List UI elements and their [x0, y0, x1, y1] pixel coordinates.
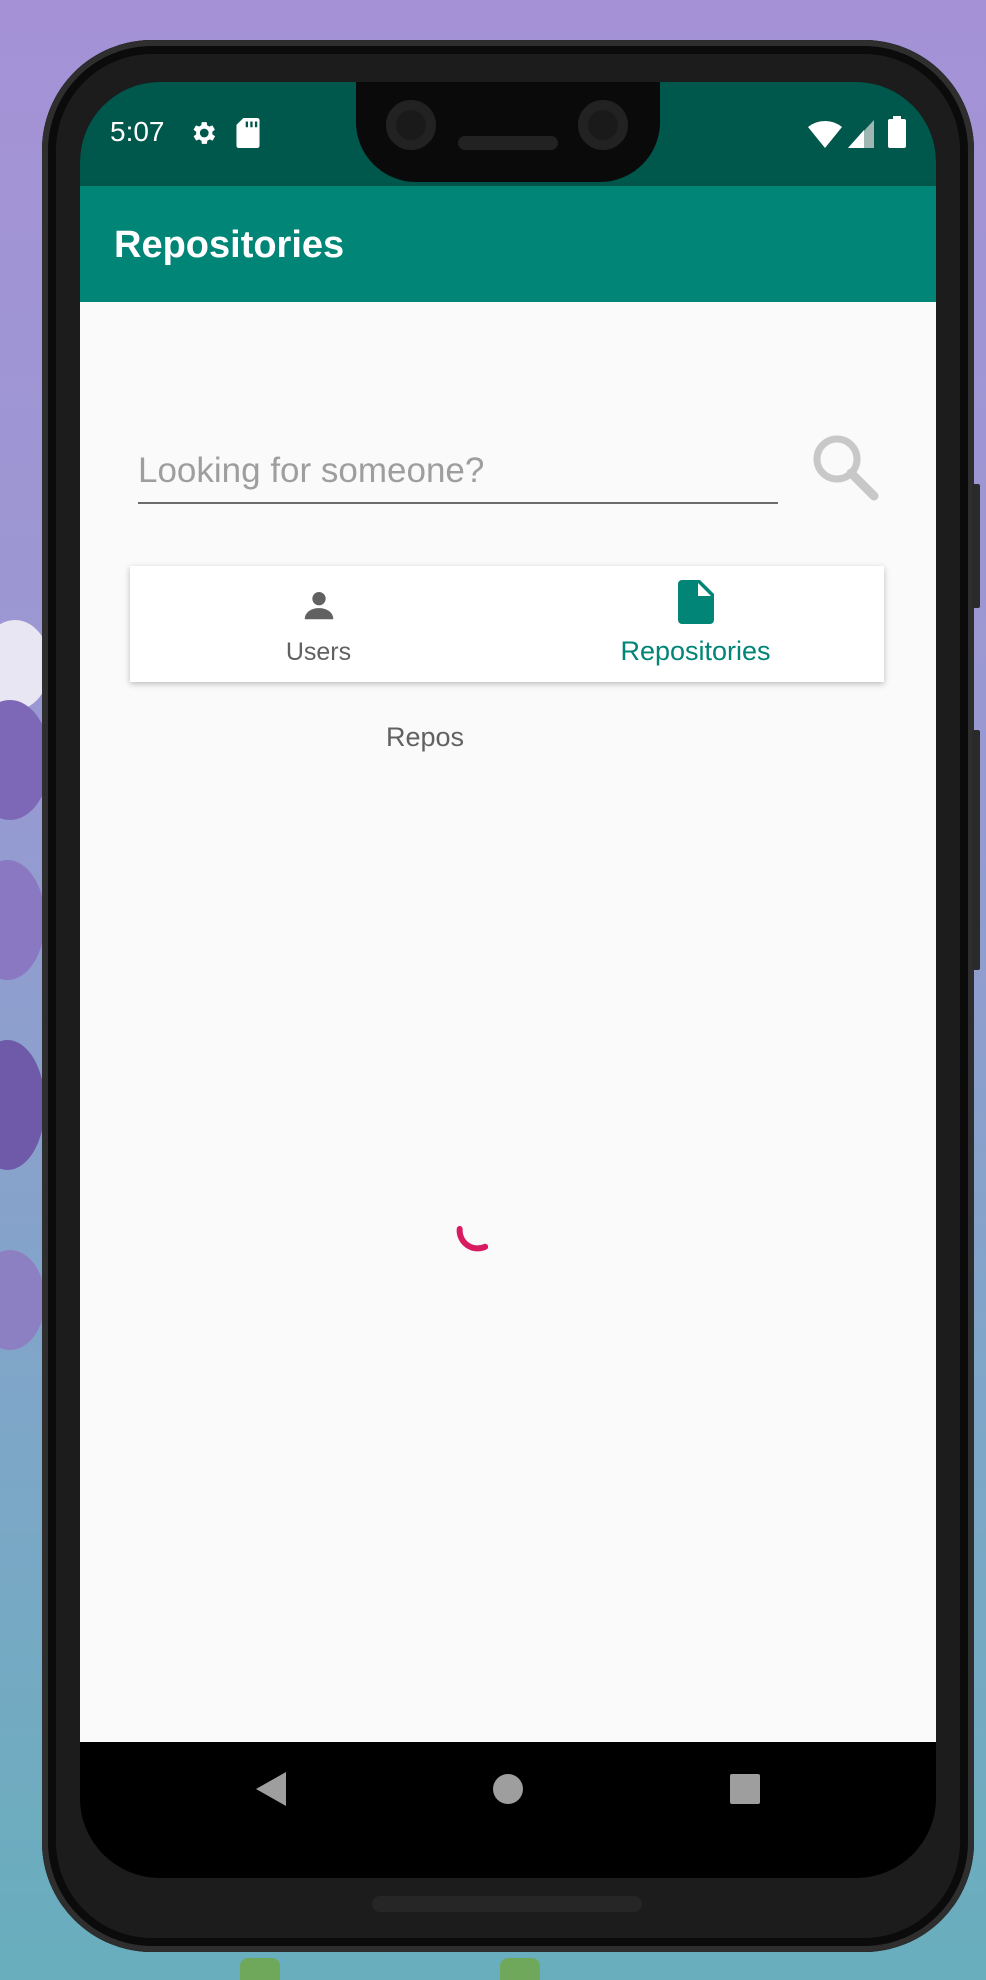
recents-icon — [730, 1774, 760, 1808]
home-icon — [492, 1774, 524, 1809]
home-button[interactable] — [492, 1773, 524, 1810]
tab-label: Users — [285, 638, 352, 666]
flower-decoration — [0, 1250, 45, 1350]
bottom-speaker-grill — [372, 1896, 642, 1912]
flower-decoration — [0, 1040, 45, 1170]
tab-repositories[interactable]: Repositories — [507, 566, 884, 682]
section-label: Repos — [386, 722, 465, 752]
recents-button[interactable] — [730, 1774, 760, 1809]
main-content: Users Repositories Repos — [80, 302, 936, 1742]
app-title: Repositories — [114, 224, 345, 266]
stem-decoration — [240, 1958, 280, 1980]
status-bar: 5:07 — [80, 82, 936, 186]
back-icon — [256, 1772, 286, 1810]
screen: 5:07 Repositories Looking for someone? U… — [80, 82, 936, 1878]
wifi-icon — [808, 120, 842, 153]
search-icon — [810, 435, 880, 506]
phone-frame: 5:07 Repositories Looking for someone? U… — [42, 40, 980, 1952]
battery-icon — [888, 116, 906, 153]
nav-bar — [80, 1742, 936, 1836]
earpiece-speaker — [458, 136, 558, 150]
tab-label: Repositories — [620, 636, 771, 666]
stem-decoration — [500, 1958, 540, 1980]
back-button[interactable] — [256, 1772, 286, 1811]
loading-spinner — [452, 1222, 492, 1262]
sd-card-icon — [236, 118, 260, 153]
camera-notch — [356, 82, 660, 182]
person-icon — [300, 586, 338, 629]
front-camera — [386, 100, 436, 150]
app-bar: Repositories — [80, 186, 936, 302]
search-input[interactable] — [138, 442, 778, 500]
status-time: 5:07 — [110, 116, 165, 147]
tab-bar: Users Repositories — [130, 566, 884, 682]
power-button — [972, 484, 980, 608]
volume-button — [972, 730, 980, 970]
flower-decoration — [0, 860, 45, 980]
file-icon — [677, 580, 714, 629]
tab-users[interactable]: Users — [130, 566, 507, 682]
search-underline — [138, 502, 778, 504]
search-button[interactable] — [810, 432, 884, 506]
front-camera — [578, 100, 628, 150]
settings-icon — [188, 118, 218, 153]
signal-icon — [848, 120, 874, 153]
